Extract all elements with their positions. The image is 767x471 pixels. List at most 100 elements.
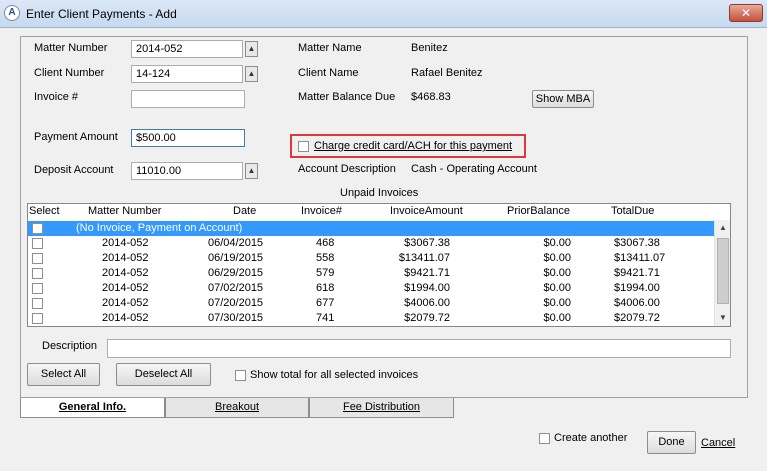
row-select-checkbox[interactable] [32,283,43,294]
cell-date: 07/02/2015 [208,282,264,294]
cell-invoice: 677 [316,297,335,309]
matter-name-label: Matter Name [298,42,362,54]
cell-invoice: 558 [316,252,335,264]
scroll-down-icon[interactable]: ▼ [715,310,731,326]
cell-matter: 2014-052 [102,282,149,294]
column-header-select[interactable]: Select [29,205,60,217]
grid-scrollbar[interactable]: ▲ ▼ [714,220,730,326]
unpaid-invoices-grid: Select Matter Number Date Invoice# Invoi… [27,203,731,327]
create-another-checkbox[interactable] [539,433,550,444]
scroll-thumb[interactable] [717,238,729,304]
cell-date: 06/19/2015 [208,252,264,264]
matter-number-field[interactable]: 2014-052 [131,40,243,58]
cell-invoice: 468 [316,237,335,249]
client-lookup-button[interactable]: ▲ [245,66,258,82]
cell-prior: $0.00 [543,267,571,279]
row-select-checkbox[interactable] [32,253,43,264]
cell-total: $13411.07 [614,252,666,264]
description-field[interactable] [107,339,731,358]
cell-total: $2079.72 [614,312,660,324]
show-mba-button[interactable]: Show MBA [532,90,594,108]
column-header-invoice[interactable]: Invoice# [301,205,342,217]
cell-date: 06/04/2015 [208,237,264,249]
cell-prior: $0.00 [543,312,571,324]
cell-invoice: 579 [316,267,335,279]
cancel-button[interactable]: Cancel [701,437,735,449]
matter-number-label: Matter Number [34,42,108,54]
table-row[interactable]: 2014-052 07/20/2015 677 $4006.00 $0.00 $… [28,296,714,311]
column-header-date[interactable]: Date [233,205,256,217]
account-description-value: Cash - Operating Account [411,163,537,175]
table-row[interactable]: 2014-052 06/19/2015 558 $13411.07 $0.00 … [28,251,714,266]
app-icon: A [4,5,20,21]
deposit-account-field[interactable]: 11010.00 [131,162,243,180]
done-button[interactable]: Done [647,431,696,454]
cell-amount: $1994.00 [404,282,450,294]
table-row[interactable]: 2014-052 07/02/2015 618 $1994.00 $0.00 $… [28,281,714,296]
table-row[interactable]: 2014-052 06/04/2015 468 $3067.38 $0.00 $… [28,236,714,251]
table-row[interactable]: 2014-052 07/30/2015 741 $2079.72 $0.00 $… [28,311,714,326]
create-another-label[interactable]: Create another [554,432,627,444]
client-number-label: Client Number [34,67,105,79]
title-bar: A Enter Client Payments - Add ✕ [0,0,767,28]
cell-prior: $0.00 [543,237,571,249]
cell-date: 07/20/2015 [208,297,264,309]
deposit-lookup-button[interactable]: ▲ [245,163,258,179]
tab-fee-distribution[interactable]: Fee Distribution [309,398,454,418]
cell-matter: 2014-052 [102,297,149,309]
payment-amount-label: Payment Amount [34,131,118,143]
close-button[interactable]: ✕ [729,4,763,22]
cell-amount: $13411.07 [398,252,450,264]
cell-total: $9421.71 [614,267,660,279]
tab-breakout[interactable]: Breakout [165,398,309,418]
cell-total: $4006.00 [614,297,660,309]
show-total-checkbox[interactable] [235,370,246,381]
grid-header: Select Matter Number Date Invoice# Invoi… [28,204,730,220]
cell-matter: 2014-052 [102,237,149,249]
cell-date: 06/29/2015 [208,267,264,279]
select-all-button[interactable]: Select All [27,363,100,386]
cell-amount: $2079.72 [404,312,450,324]
cell-prior: $0.00 [543,297,571,309]
matter-balance-due-value: $468.83 [411,91,451,103]
cell-total: $3067.38 [614,237,660,249]
cell-invoice: 618 [316,282,335,294]
matter-name-value: Benitez [411,42,448,54]
charge-cc-checkbox[interactable] [298,141,309,152]
table-row-no-invoice[interactable]: (No Invoice, Payment on Account) [28,221,714,236]
table-row[interactable]: 2014-052 06/29/2015 579 $9421.71 $0.00 $… [28,266,714,281]
deselect-all-button[interactable]: Deselect All [116,363,211,386]
client-number-field[interactable]: 14-124 [131,65,243,83]
cell-matter: 2014-052 [102,267,149,279]
cell-invoice: 741 [316,312,335,324]
matter-lookup-button[interactable]: ▲ [245,41,258,57]
scroll-up-icon[interactable]: ▲ [715,220,731,236]
unpaid-invoices-title: Unpaid Invoices [340,187,419,199]
charge-cc-label[interactable]: Charge credit card/ACH for this payment [314,140,512,152]
client-name-label: Client Name [298,67,359,79]
cell-prior: $0.00 [543,252,571,264]
account-description-label: Account Description [298,163,396,175]
row-select-checkbox[interactable] [32,313,43,324]
column-header-invoice-amount[interactable]: InvoiceAmount [390,205,463,217]
cell-amount: $9421.71 [404,267,450,279]
cell-date: 07/30/2015 [208,312,264,324]
cell-amount: $4006.00 [404,297,450,309]
invoice-number-label: Invoice # [34,91,79,103]
column-header-matter-number[interactable]: Matter Number [88,205,161,217]
row-select-checkbox[interactable] [32,268,43,279]
cell-matter: 2014-052 [102,252,149,264]
column-header-total-due[interactable]: TotalDue [611,205,654,217]
invoice-number-field[interactable] [131,90,245,108]
show-total-label[interactable]: Show total for all selected invoices [250,369,418,381]
row-select-checkbox[interactable] [32,223,43,234]
cell-prior: $0.00 [543,282,571,294]
no-invoice-label: (No Invoice, Payment on Account) [76,222,243,234]
row-select-checkbox[interactable] [32,238,43,249]
client-name-value: Rafael Benitez [411,67,483,79]
column-header-prior-balance[interactable]: PriorBalance [507,205,570,217]
row-select-checkbox[interactable] [32,298,43,309]
payment-amount-field[interactable]: $500.00 [131,129,245,147]
cell-amount: $3067.38 [404,237,450,249]
tab-general-info[interactable]: General Info. [20,398,165,418]
